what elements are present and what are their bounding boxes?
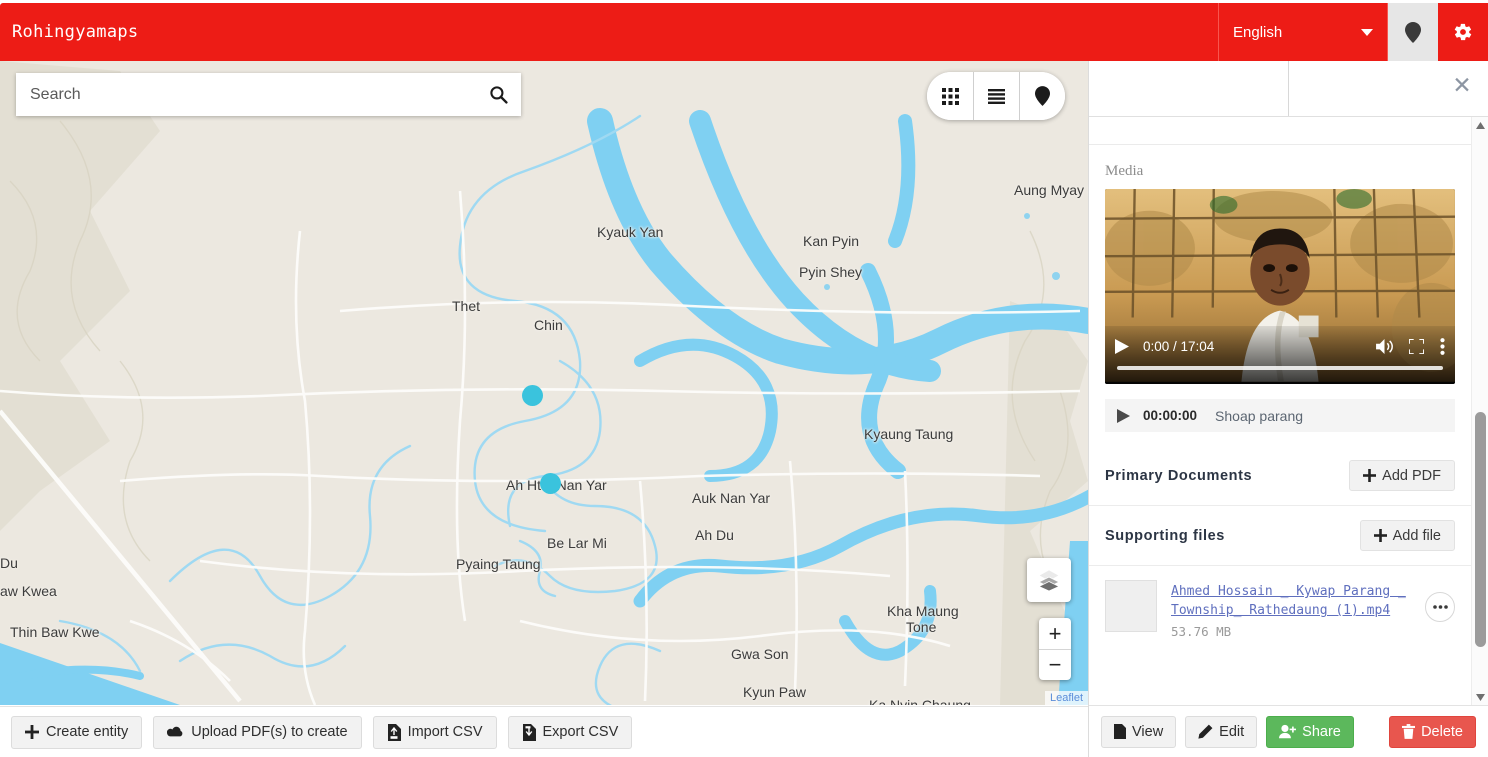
close-icon[interactable]: ✕ [1449,72,1475,98]
panel-header: ✕ [1089,61,1488,117]
transcript-timestamp: 00:00:00 [1143,408,1198,423]
settings-button[interactable] [1438,3,1488,61]
panel-content: Media 0:00 / 17:04 00:00:00 Shoap parang… [1089,146,1471,705]
transcript-text: Shoap parang [1215,407,1304,424]
video-control-row: 0:00 / 17:04 [1115,334,1445,358]
media-section-label: Media [1105,163,1144,179]
upload-pdfs-label: Upload PDF(s) to create [191,724,348,740]
primary-documents-section: Primary Documents Add PDF [1089,446,1471,506]
video-time-display: 0:00 / 17:04 [1143,338,1215,354]
search-button[interactable] [475,73,521,116]
leaflet-attribution[interactable]: Leaflet [1044,691,1088,705]
map-container[interactable]: Kyauk YanKan PyinPyin SheyAung Myay KThe… [0,61,1088,705]
entity-marker-1[interactable] [522,385,543,406]
video-progress-bar[interactable] [1117,366,1443,370]
entity-marker-2[interactable] [540,473,561,494]
layers-icon [1038,569,1060,592]
cloud-upload-icon [167,726,183,737]
trash-icon [1402,724,1416,739]
upload-pdfs-button[interactable]: Upload PDF(s) to create [153,715,362,749]
share-label: Share [1302,723,1341,740]
zoom-in-button[interactable]: + [1039,618,1071,649]
video-player[interactable]: 0:00 / 17:04 [1105,189,1455,384]
map-view-button[interactable] [1019,72,1065,120]
edit-button[interactable]: Edit [1185,715,1258,748]
grid-icon [941,87,959,105]
export-csv-icon [522,723,536,741]
file-list-item: Ahmed Hossain _ Kywap Parang _ Township_… [1089,566,1471,639]
scroll-up-arrow[interactable] [1472,117,1488,133]
map-view-toggles [927,72,1065,120]
zoom-controls: + − [1039,618,1071,680]
video-controls: 0:00 / 17:04 [1105,326,1455,384]
play-icon [1115,338,1129,354]
view-button[interactable]: View [1101,715,1177,748]
import-csv-icon [387,723,401,741]
add-pdf-button[interactable]: Add PDF [1349,460,1455,491]
export-csv-button[interactable]: Export CSV [507,715,633,749]
map-search-box [16,73,521,116]
plus-icon [1373,529,1387,542]
import-csv-button[interactable]: Import CSV [372,715,497,749]
panel-scrollbar[interactable] [1471,117,1488,705]
app-brand: Rohingyamaps [12,22,139,42]
add-pdf-label: Add PDF [1382,467,1441,484]
list-icon [988,88,1005,104]
delete-button[interactable]: Delete [1389,715,1476,748]
language-selector[interactable]: English [1218,3,1388,61]
grid-view-button[interactable] [927,72,973,120]
search-icon [489,86,508,104]
list-view-button[interactable] [973,72,1019,120]
file-info: Ahmed Hossain _ Kywap Parang _ Township_… [1157,580,1425,639]
supporting-files-title: Supporting files [1105,527,1225,544]
transcript-entry[interactable]: 00:00:00 Shoap parang [1105,399,1455,432]
entity-detail-panel: ✕ Media 0:00 / 17:04 00:00:00 Shoap para… [1088,61,1488,757]
gear-icon [1454,23,1472,41]
plus-icon [25,725,39,739]
bottom-toolbar: Create entity Upload PDF(s) to create Im… [0,706,1088,757]
share-button[interactable]: Share [1266,715,1354,748]
layers-control-button[interactable] [1027,558,1071,602]
app-header: Rohingyamaps English [0,3,1488,61]
volume-icon[interactable] [1376,338,1393,354]
document-icon [1114,724,1126,739]
file-size: 53.76 MB [1171,624,1232,639]
add-file-label: Add file [1392,527,1441,544]
panel-header-left-slot [1089,61,1289,116]
file-thumbnail [1105,580,1157,632]
map-tiles [0,61,1088,705]
panel-subbar [1089,117,1488,145]
play-icon [1117,408,1130,423]
import-csv-label: Import CSV [407,724,483,740]
scroll-down-arrow[interactable] [1472,689,1488,705]
view-label: View [1132,723,1164,740]
more-horizontal-icon [1432,605,1448,609]
chevron-down-icon [1361,28,1373,36]
pencil-icon [1198,724,1213,739]
file-menu-button[interactable] [1425,592,1455,622]
search-input[interactable] [16,74,475,115]
primary-documents-title: Primary Documents [1105,467,1253,484]
map-pin-icon [1405,21,1421,43]
add-file-button[interactable]: Add file [1359,520,1455,551]
panel-header-right-slot: ✕ [1289,61,1488,116]
export-csv-label: Export CSV [542,724,619,740]
panel-footer: View Edit Share Delete [1089,705,1488,757]
create-entity-label: Create entity [46,724,129,740]
delete-label: Delete [1421,723,1463,740]
supporting-files-section: Supporting files Add file [1089,506,1471,566]
fullscreen-icon[interactable] [1409,338,1424,354]
plus-icon [1363,469,1377,482]
app-root: Rohingyamaps English Kyauk Yan Kan Pyin … [0,0,1488,757]
scrollbar-thumb[interactable] [1475,412,1486,647]
more-vertical-icon[interactable] [1440,337,1445,355]
person-add-icon [1279,724,1297,739]
map-pin-icon [1035,86,1050,106]
file-name-link[interactable]: Ahmed Hossain _ Kywap Parang _ Township_… [1171,582,1425,620]
language-label: English [1233,23,1283,41]
create-entity-button[interactable]: Create entity [11,715,143,749]
edit-label: Edit [1219,723,1245,740]
map-view-header-button[interactable] [1388,3,1438,61]
zoom-out-button[interactable]: − [1039,649,1071,680]
